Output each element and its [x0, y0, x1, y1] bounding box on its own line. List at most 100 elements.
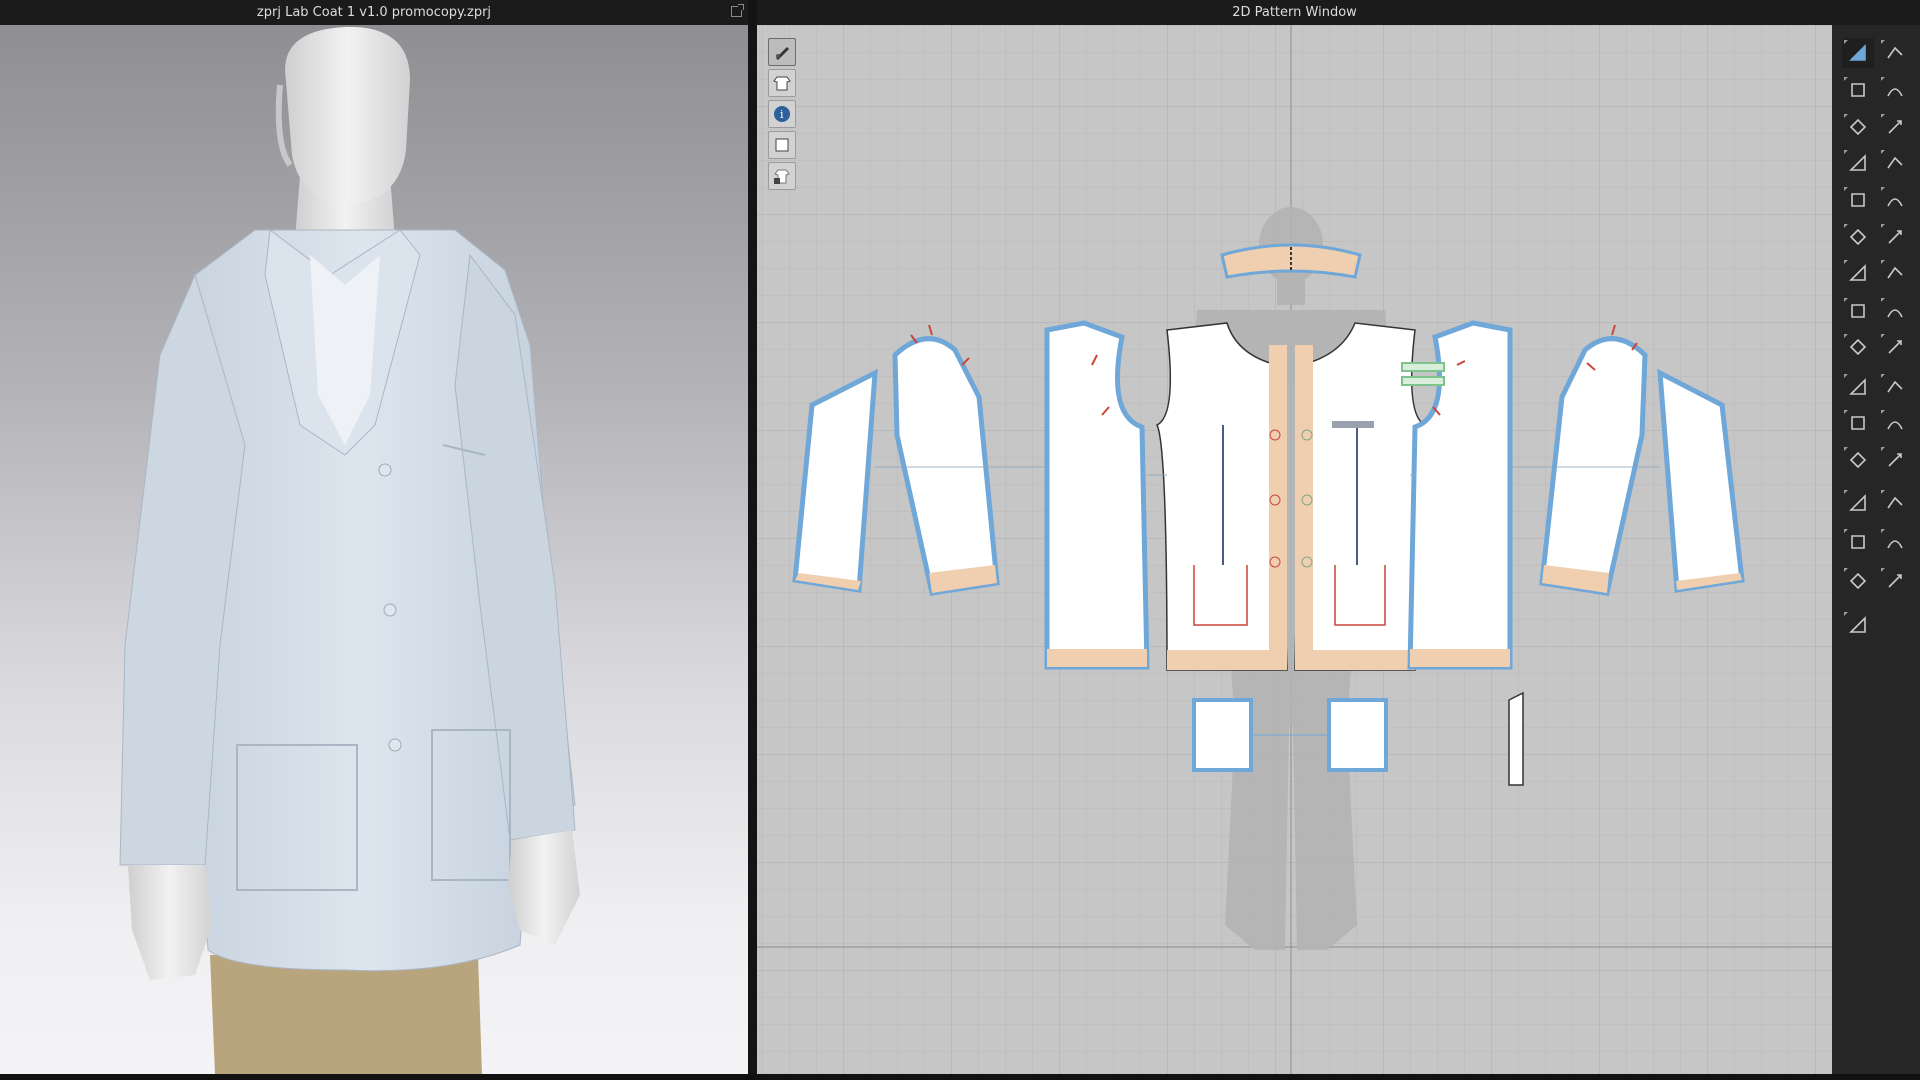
edit-sewing-tool[interactable] [1879, 148, 1911, 178]
pattern-undersleeve-right [1657, 368, 1745, 593]
viewport-3d[interactable] [0, 25, 748, 1074]
symmetry-icon [1887, 540, 1903, 549]
viewport-2d[interactable]: i [757, 25, 1832, 1074]
right-toolbar [1832, 0, 1920, 1074]
show-avatar-button[interactable] [768, 38, 796, 66]
submenu-corner-icon [1844, 447, 1848, 451]
free-sewing-icon [1888, 230, 1902, 244]
submenu-corner-icon [1844, 40, 1848, 44]
pattern-back-left [1044, 320, 1150, 670]
tape-tool[interactable] [1842, 408, 1874, 438]
topstitch-tool[interactable] [1842, 445, 1874, 475]
window-3d-titlebar: zprj Lab Coat 1 v1.0 promocopy.zprj [0, 0, 748, 25]
submenu-corner-icon [1881, 529, 1885, 533]
avatar-render [119, 26, 580, 1074]
layer-tool[interactable] [1879, 566, 1911, 596]
button-tool[interactable] [1879, 372, 1911, 402]
hand-left [128, 865, 212, 980]
free-sewing-tool[interactable] [1879, 222, 1911, 252]
submenu-corner-icon [1881, 334, 1885, 338]
avatar-measure-tool[interactable] [1842, 610, 1874, 640]
show-avatar-icon [776, 47, 789, 60]
internal-polygon-tool[interactable] [1842, 185, 1874, 215]
edit-pattern-icon [1851, 83, 1865, 97]
text-tool[interactable] [1842, 488, 1874, 518]
annotation-icon [1888, 453, 1902, 467]
submenu-corner-icon [1844, 150, 1848, 154]
left-toolbar: i [768, 38, 798, 190]
submenu-corner-icon [1844, 490, 1848, 494]
submenu-corner-icon [1881, 40, 1885, 44]
pattern-topsleeve-left [892, 336, 1000, 596]
pattern-pocket-right [1327, 698, 1388, 772]
transform-pattern-tool[interactable] [1842, 38, 1874, 68]
internal-rectangle-tool[interactable] [1842, 222, 1874, 252]
show-garment-icon [773, 76, 791, 91]
pattern-topsleeve-right [1539, 336, 1648, 596]
pattern-piece-button[interactable] [768, 131, 796, 159]
edit-pattern-tool[interactable] [1842, 75, 1874, 105]
pleat-tool[interactable] [1842, 332, 1874, 362]
puckering-icon [1851, 535, 1865, 549]
buttonhole-tool[interactable] [1879, 408, 1911, 438]
submenu-corner-icon [1881, 298, 1885, 302]
trace-tool[interactable] [1842, 296, 1874, 326]
rectangle-tool[interactable] [1842, 148, 1874, 178]
internal-rectangle-icon [1849, 228, 1867, 246]
material-tool[interactable] [1842, 566, 1874, 596]
text-icon [1849, 494, 1866, 511]
lock-garment-icon [774, 169, 790, 184]
avatar-measure-icon [1849, 616, 1866, 633]
internal-polygon-icon [1851, 193, 1865, 207]
window-splitter[interactable] [748, 0, 757, 1074]
seam-allowance-tool[interactable] [1842, 372, 1874, 402]
transform-mesh-icon [1887, 46, 1903, 59]
pattern-pocket-left [1192, 698, 1253, 772]
info-button[interactable]: i [768, 100, 796, 128]
pants [210, 955, 482, 1074]
toolbar-header [1832, 0, 1920, 25]
window-2d-titlebar: 2D Pattern Window [757, 0, 1832, 25]
edit-curvature-icon [1887, 88, 1903, 97]
zipper-icon [1888, 340, 1902, 354]
submenu-corner-icon [1881, 568, 1885, 572]
rectangle-icon [1849, 154, 1866, 171]
window-3d: zprj Lab Coat 1 v1.0 promocopy.zprj [0, 0, 748, 1074]
button-icon [1887, 380, 1903, 393]
show-garment-button[interactable] [768, 69, 796, 97]
add-point-tool[interactable] [1879, 112, 1911, 142]
popout-icon[interactable] [731, 4, 744, 17]
topstitch-icon [1849, 451, 1867, 469]
edit-sewing-icon [1887, 156, 1903, 169]
submenu-corner-icon [1844, 187, 1848, 191]
transform-mesh-tool[interactable] [1879, 38, 1911, 68]
segment-sewing-tool[interactable] [1879, 185, 1911, 215]
fold-tool[interactable] [1879, 296, 1911, 326]
pattern-back-right [1407, 320, 1513, 670]
window-2d-title: 2D Pattern Window [1232, 5, 1357, 20]
grainline-tool[interactable] [1879, 488, 1911, 518]
submenu-corner-icon [1844, 298, 1848, 302]
fold-icon [1887, 309, 1903, 318]
grainline-icon [1887, 496, 1903, 509]
segment-sewing-icon [1887, 198, 1903, 207]
puckering-tool[interactable] [1842, 527, 1874, 557]
edit-curvature-tool[interactable] [1879, 75, 1911, 105]
lock-garment-button[interactable] [768, 162, 796, 190]
pattern-piece-icon [775, 138, 789, 152]
submenu-corner-icon [1844, 114, 1848, 118]
zipper-tool[interactable] [1879, 332, 1911, 362]
submenu-corner-icon [1881, 260, 1885, 264]
dart-tool[interactable] [1842, 258, 1874, 288]
submenu-corner-icon [1844, 410, 1848, 414]
window-2d: 2D Pattern Window i [757, 0, 1832, 1074]
symmetry-tool[interactable] [1879, 527, 1911, 557]
annotation-tool[interactable] [1879, 445, 1911, 475]
tape-icon [1851, 416, 1865, 430]
submenu-corner-icon [1844, 568, 1848, 572]
polygon-icon [1849, 118, 1867, 136]
submenu-corner-icon [1881, 410, 1885, 414]
tack-tool[interactable] [1879, 258, 1911, 288]
pattern-canvas [757, 25, 1832, 1074]
polygon-tool[interactable] [1842, 112, 1874, 142]
